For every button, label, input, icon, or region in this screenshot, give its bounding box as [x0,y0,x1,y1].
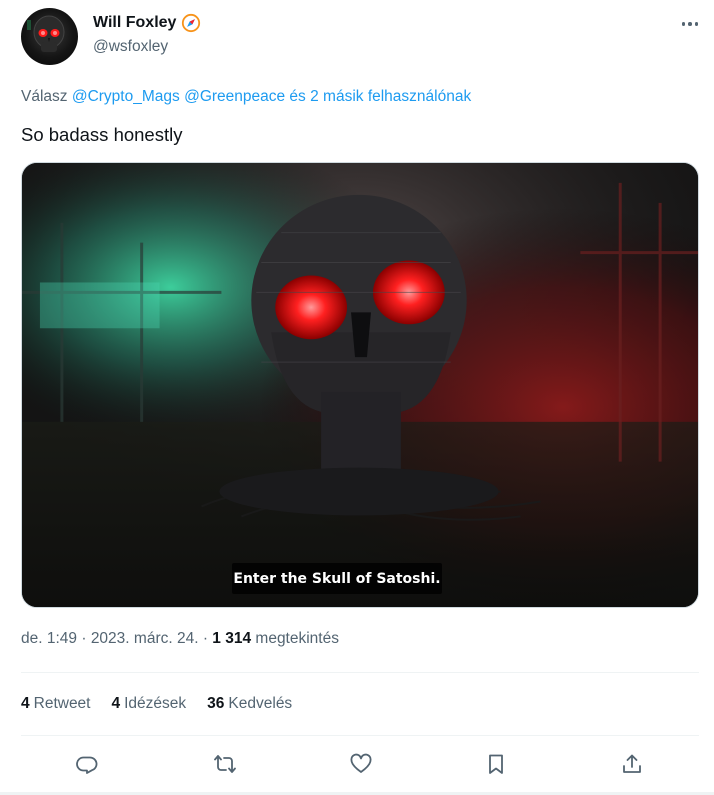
tweet-text: So badass honestly [21,124,183,145]
verified-compass-badge-icon [181,13,201,33]
like-icon[interactable] [345,748,377,780]
mention-link[interactable]: @Crypto_Mags [72,88,180,105]
reply-prefix: Válasz [21,88,72,105]
video-thumbnail [22,163,698,607]
action-bar [0,748,714,780]
more-dots-icon[interactable] [678,13,702,35]
skull-avatar-icon [27,15,65,52]
retweet-icon[interactable] [209,748,241,780]
share-icon[interactable] [616,748,648,780]
author-name-row[interactable]: Will Foxley [93,12,201,34]
mention-link[interactable]: @Greenpeace [184,88,285,105]
divider [21,672,699,673]
reply-context: Válasz @Crypto_Mags @Greenpeace és 2 más… [21,88,471,106]
likes-stat[interactable]: 36 Kedvelés [207,695,292,713]
video-caption: Enter the Skull of Satoshi. [232,563,442,594]
author-handle[interactable]: @wsfoxley [93,38,168,56]
tweet: Will Foxley @wsfoxley Válasz @Crypto_Mag… [0,0,714,795]
bookmark-icon[interactable] [480,748,512,780]
tweet-time[interactable]: de. 1:49 [21,630,77,647]
quotes-stat[interactable]: 4 Idézések [112,695,187,713]
avatar[interactable] [21,8,78,65]
divider [21,735,699,736]
others-link[interactable]: és 2 másik felhasználónak [285,88,471,105]
reply-icon[interactable] [72,748,104,780]
views-label: megtekintés [255,630,339,647]
author-display-name[interactable]: Will Foxley [93,14,176,32]
media-video[interactable] [21,162,699,608]
tweet-date[interactable]: 2023. márc. 24. [91,630,199,647]
engagement-stats: 4 Retweet 4 Idézések 36 Kedvelés [21,695,313,713]
views-count: 1 314 [212,630,252,647]
tweet-meta: de. 1:49 · 2023. márc. 24. · 1 314 megte… [21,630,339,647]
retweets-stat[interactable]: 4 Retweet [21,695,91,713]
